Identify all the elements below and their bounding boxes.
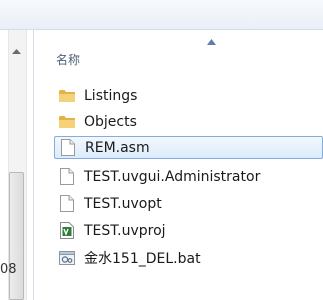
file-list-item[interactable]: TEST.uvproj (54, 219, 323, 242)
document-icon (58, 195, 76, 213)
folder-icon (58, 87, 76, 105)
navigation-item-partial-label[interactable]: 08 (0, 262, 17, 277)
file-list-item[interactable]: Objects (54, 110, 323, 133)
folder-icon (58, 113, 76, 131)
file-name: Listings (84, 87, 138, 104)
file-list-item[interactable]: TEST.uvgui.Administrator (54, 165, 323, 188)
file-name: REM.asm (85, 139, 150, 156)
toolbar-strip (0, 0, 323, 30)
file-name: TEST.uvproj (84, 222, 166, 239)
file-list-item-selected[interactable]: REM.asm (54, 136, 323, 159)
uvision-project-icon (58, 222, 76, 240)
scrollbar-thumb[interactable] (9, 172, 24, 300)
file-list-item[interactable]: TEST.uvopt (54, 192, 323, 215)
sort-ascending-icon (206, 38, 216, 46)
document-icon (59, 139, 77, 157)
file-list-item[interactable]: Listings (54, 84, 323, 107)
column-header-name[interactable]: 名称 (56, 51, 80, 68)
file-list-item[interactable]: 金水151_DEL.bat (54, 246, 323, 269)
file-name: TEST.uvgui.Administrator (84, 168, 261, 185)
file-name: Objects (84, 113, 137, 130)
document-icon (58, 168, 76, 186)
batch-file-icon (58, 249, 76, 267)
file-name: 金水151_DEL.bat (84, 250, 201, 267)
file-name: TEST.uvopt (84, 195, 162, 212)
scroll-up-arrow-icon[interactable] (8, 42, 25, 59)
